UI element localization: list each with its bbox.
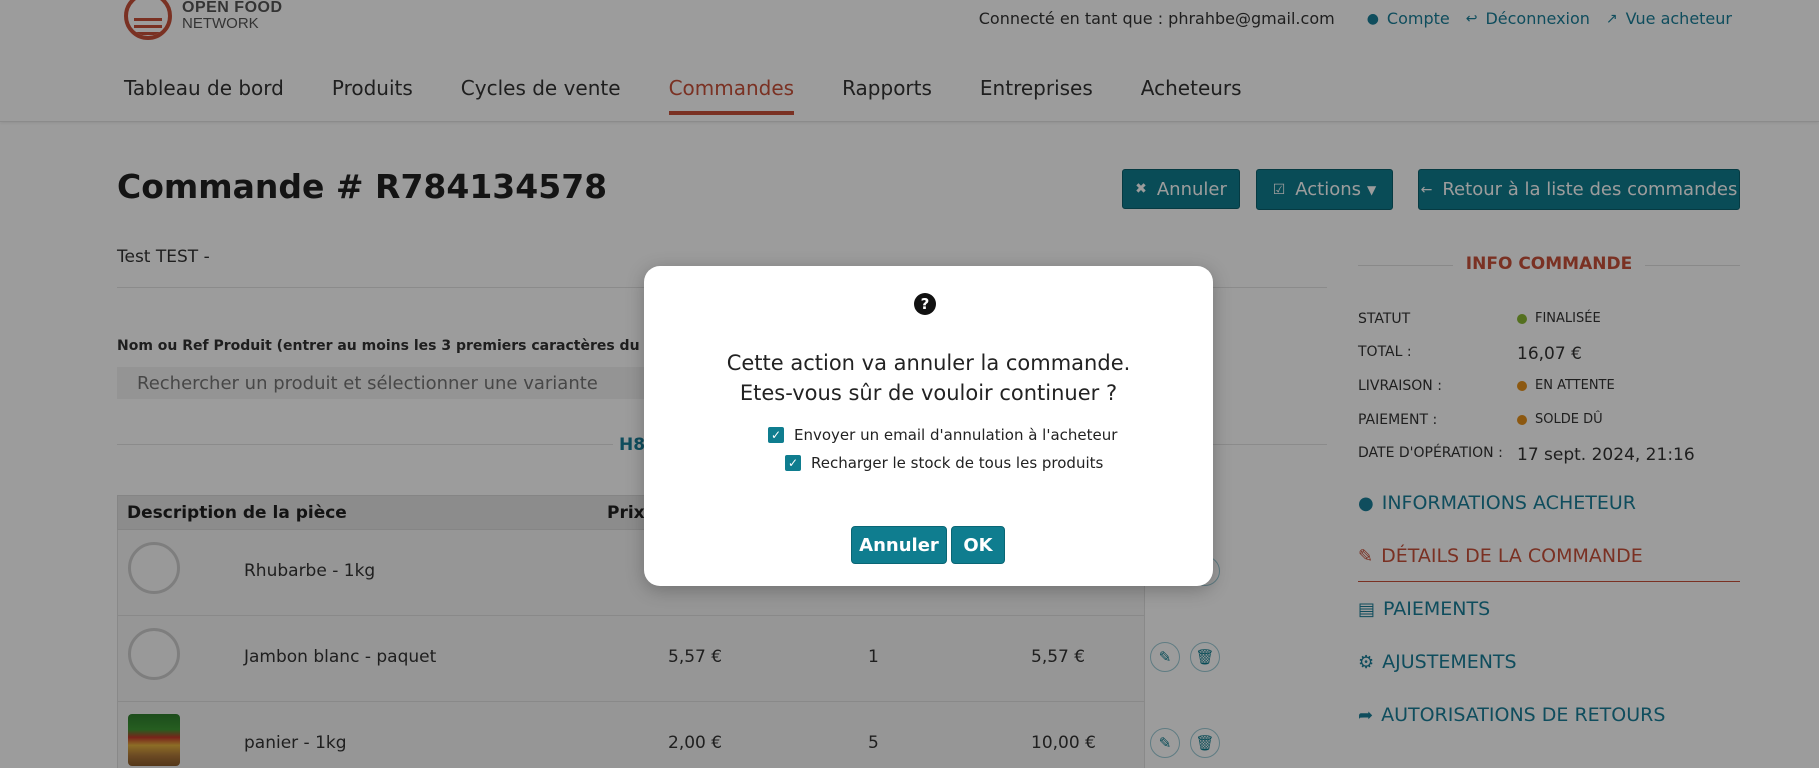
cancel-order-confirm-dialog: ? Cette action va annuler la commande. E… xyxy=(644,266,1213,586)
restock-items-option: ✓ Recharger le stock de tous les produit… xyxy=(785,454,1103,472)
send-cancel-email-label: Envoyer un email d'annulation à l'achete… xyxy=(794,426,1118,444)
dialog-cancel-button[interactable]: Annuler xyxy=(851,526,947,564)
restock-items-label: Recharger le stock de tous les produits xyxy=(811,454,1104,472)
restock-items-checkbox[interactable]: ✓ xyxy=(785,455,801,471)
confirm-message: Cette action va annuler la commande. Ete… xyxy=(644,348,1213,408)
dialog-ok-button[interactable]: OK xyxy=(951,526,1005,564)
confirm-message-line2: Etes-vous sûr de vouloir continuer ? xyxy=(739,381,1118,405)
send-cancel-email-checkbox[interactable]: ✓ xyxy=(768,427,784,443)
question-circle-icon: ? xyxy=(914,293,936,315)
send-cancel-email-option: ✓ Envoyer un email d'annulation à l'ache… xyxy=(768,426,1117,444)
confirm-message-line1: Cette action va annuler la commande. xyxy=(726,351,1131,375)
